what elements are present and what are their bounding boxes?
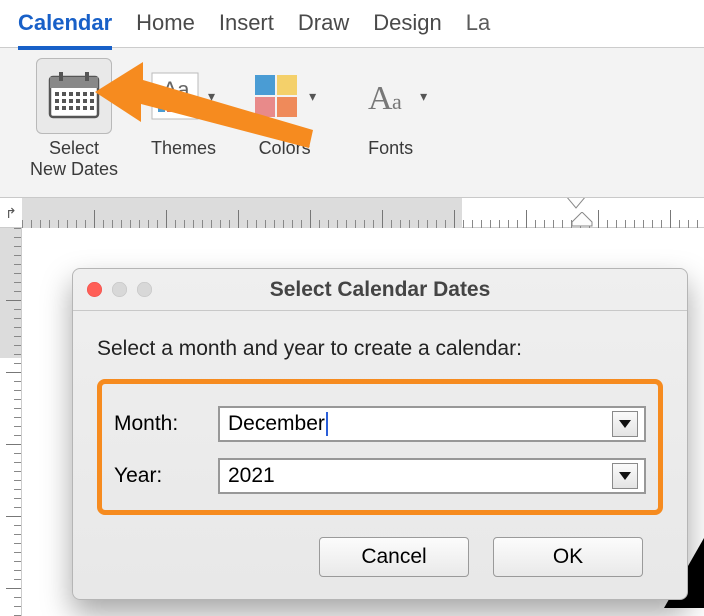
select-new-dates-label: SelectNew Dates xyxy=(30,138,118,179)
chevron-down-icon[interactable]: ▾ xyxy=(416,88,431,105)
tab-draw[interactable]: Draw xyxy=(298,10,349,46)
chevron-down-icon[interactable]: ▾ xyxy=(204,88,219,105)
hanging-indent-marker[interactable] xyxy=(570,212,594,228)
tab-design[interactable]: Design xyxy=(373,10,441,46)
themes-button[interactable]: Aa xyxy=(148,69,202,123)
ribbon-tabs: Calendar Home Insert Draw Design La xyxy=(0,0,704,48)
ruler-area: ↱ xyxy=(0,198,704,228)
dropdown-arrow-icon[interactable] xyxy=(612,463,638,489)
close-window-button[interactable] xyxy=(87,282,102,297)
tab-cutoff[interactable]: La xyxy=(466,10,490,46)
ribbon: SelectNew Dates Aa ▾ Themes xyxy=(0,48,704,198)
fonts-button[interactable]: A a xyxy=(350,69,414,123)
month-label: Month: xyxy=(114,412,204,436)
ok-button[interactable]: OK xyxy=(493,537,643,577)
fonts-label: Fonts xyxy=(368,138,413,159)
cancel-button[interactable]: Cancel xyxy=(319,537,469,577)
minimize-window-button xyxy=(112,282,127,297)
ruler-horizontal[interactable] xyxy=(22,198,704,228)
year-label: Year: xyxy=(114,464,204,488)
annotation-highlight-box: Month: December Year: 2021 xyxy=(97,379,663,515)
group-themes: Aa ▾ Themes xyxy=(148,58,219,189)
themes-label: Themes xyxy=(151,138,216,159)
chevron-down-icon[interactable]: ▾ xyxy=(305,88,320,105)
window-controls xyxy=(87,282,152,297)
dialog-prompt: Select a month and year to create a cale… xyxy=(97,337,663,361)
svg-text:a: a xyxy=(392,89,402,114)
svg-text:A: A xyxy=(368,80,393,117)
group-colors: ▾ Colors xyxy=(249,58,320,189)
group-select-dates: SelectNew Dates xyxy=(30,58,118,189)
tab-insert[interactable]: Insert xyxy=(219,10,274,46)
ruler-vertical[interactable] xyxy=(0,228,22,616)
colors-label: Colors xyxy=(259,138,311,159)
ruler-corner-icon: ↱ xyxy=(0,198,22,228)
colors-button[interactable] xyxy=(249,69,303,123)
month-combobox[interactable]: December xyxy=(218,406,646,442)
dialog-title: Select Calendar Dates xyxy=(73,278,687,302)
tab-home[interactable]: Home xyxy=(136,10,195,46)
themes-icon: Aa xyxy=(148,69,202,123)
year-combobox[interactable]: 2021 xyxy=(218,458,646,494)
dropdown-arrow-icon[interactable] xyxy=(612,411,638,437)
month-value: December xyxy=(228,412,325,436)
first-line-indent-marker[interactable] xyxy=(564,198,588,210)
workspace: Select Calendar Dates Select a month and… xyxy=(0,228,704,616)
svg-text:Aa: Aa xyxy=(163,77,191,102)
colors-icon xyxy=(249,69,303,123)
calendar-icon xyxy=(47,71,101,121)
tab-calendar[interactable]: Calendar xyxy=(18,10,112,50)
fonts-icon: A a xyxy=(350,69,414,123)
group-fonts: A a ▾ Fonts xyxy=(350,58,431,189)
select-calendar-dates-dialog: Select Calendar Dates Select a month and… xyxy=(72,268,688,600)
document-canvas[interactable]: Select Calendar Dates Select a month and… xyxy=(22,228,704,616)
select-new-dates-button[interactable] xyxy=(36,58,112,134)
year-value: 2021 xyxy=(228,464,275,488)
zoom-window-button xyxy=(137,282,152,297)
dialog-titlebar[interactable]: Select Calendar Dates xyxy=(73,269,687,311)
text-caret xyxy=(326,412,328,436)
